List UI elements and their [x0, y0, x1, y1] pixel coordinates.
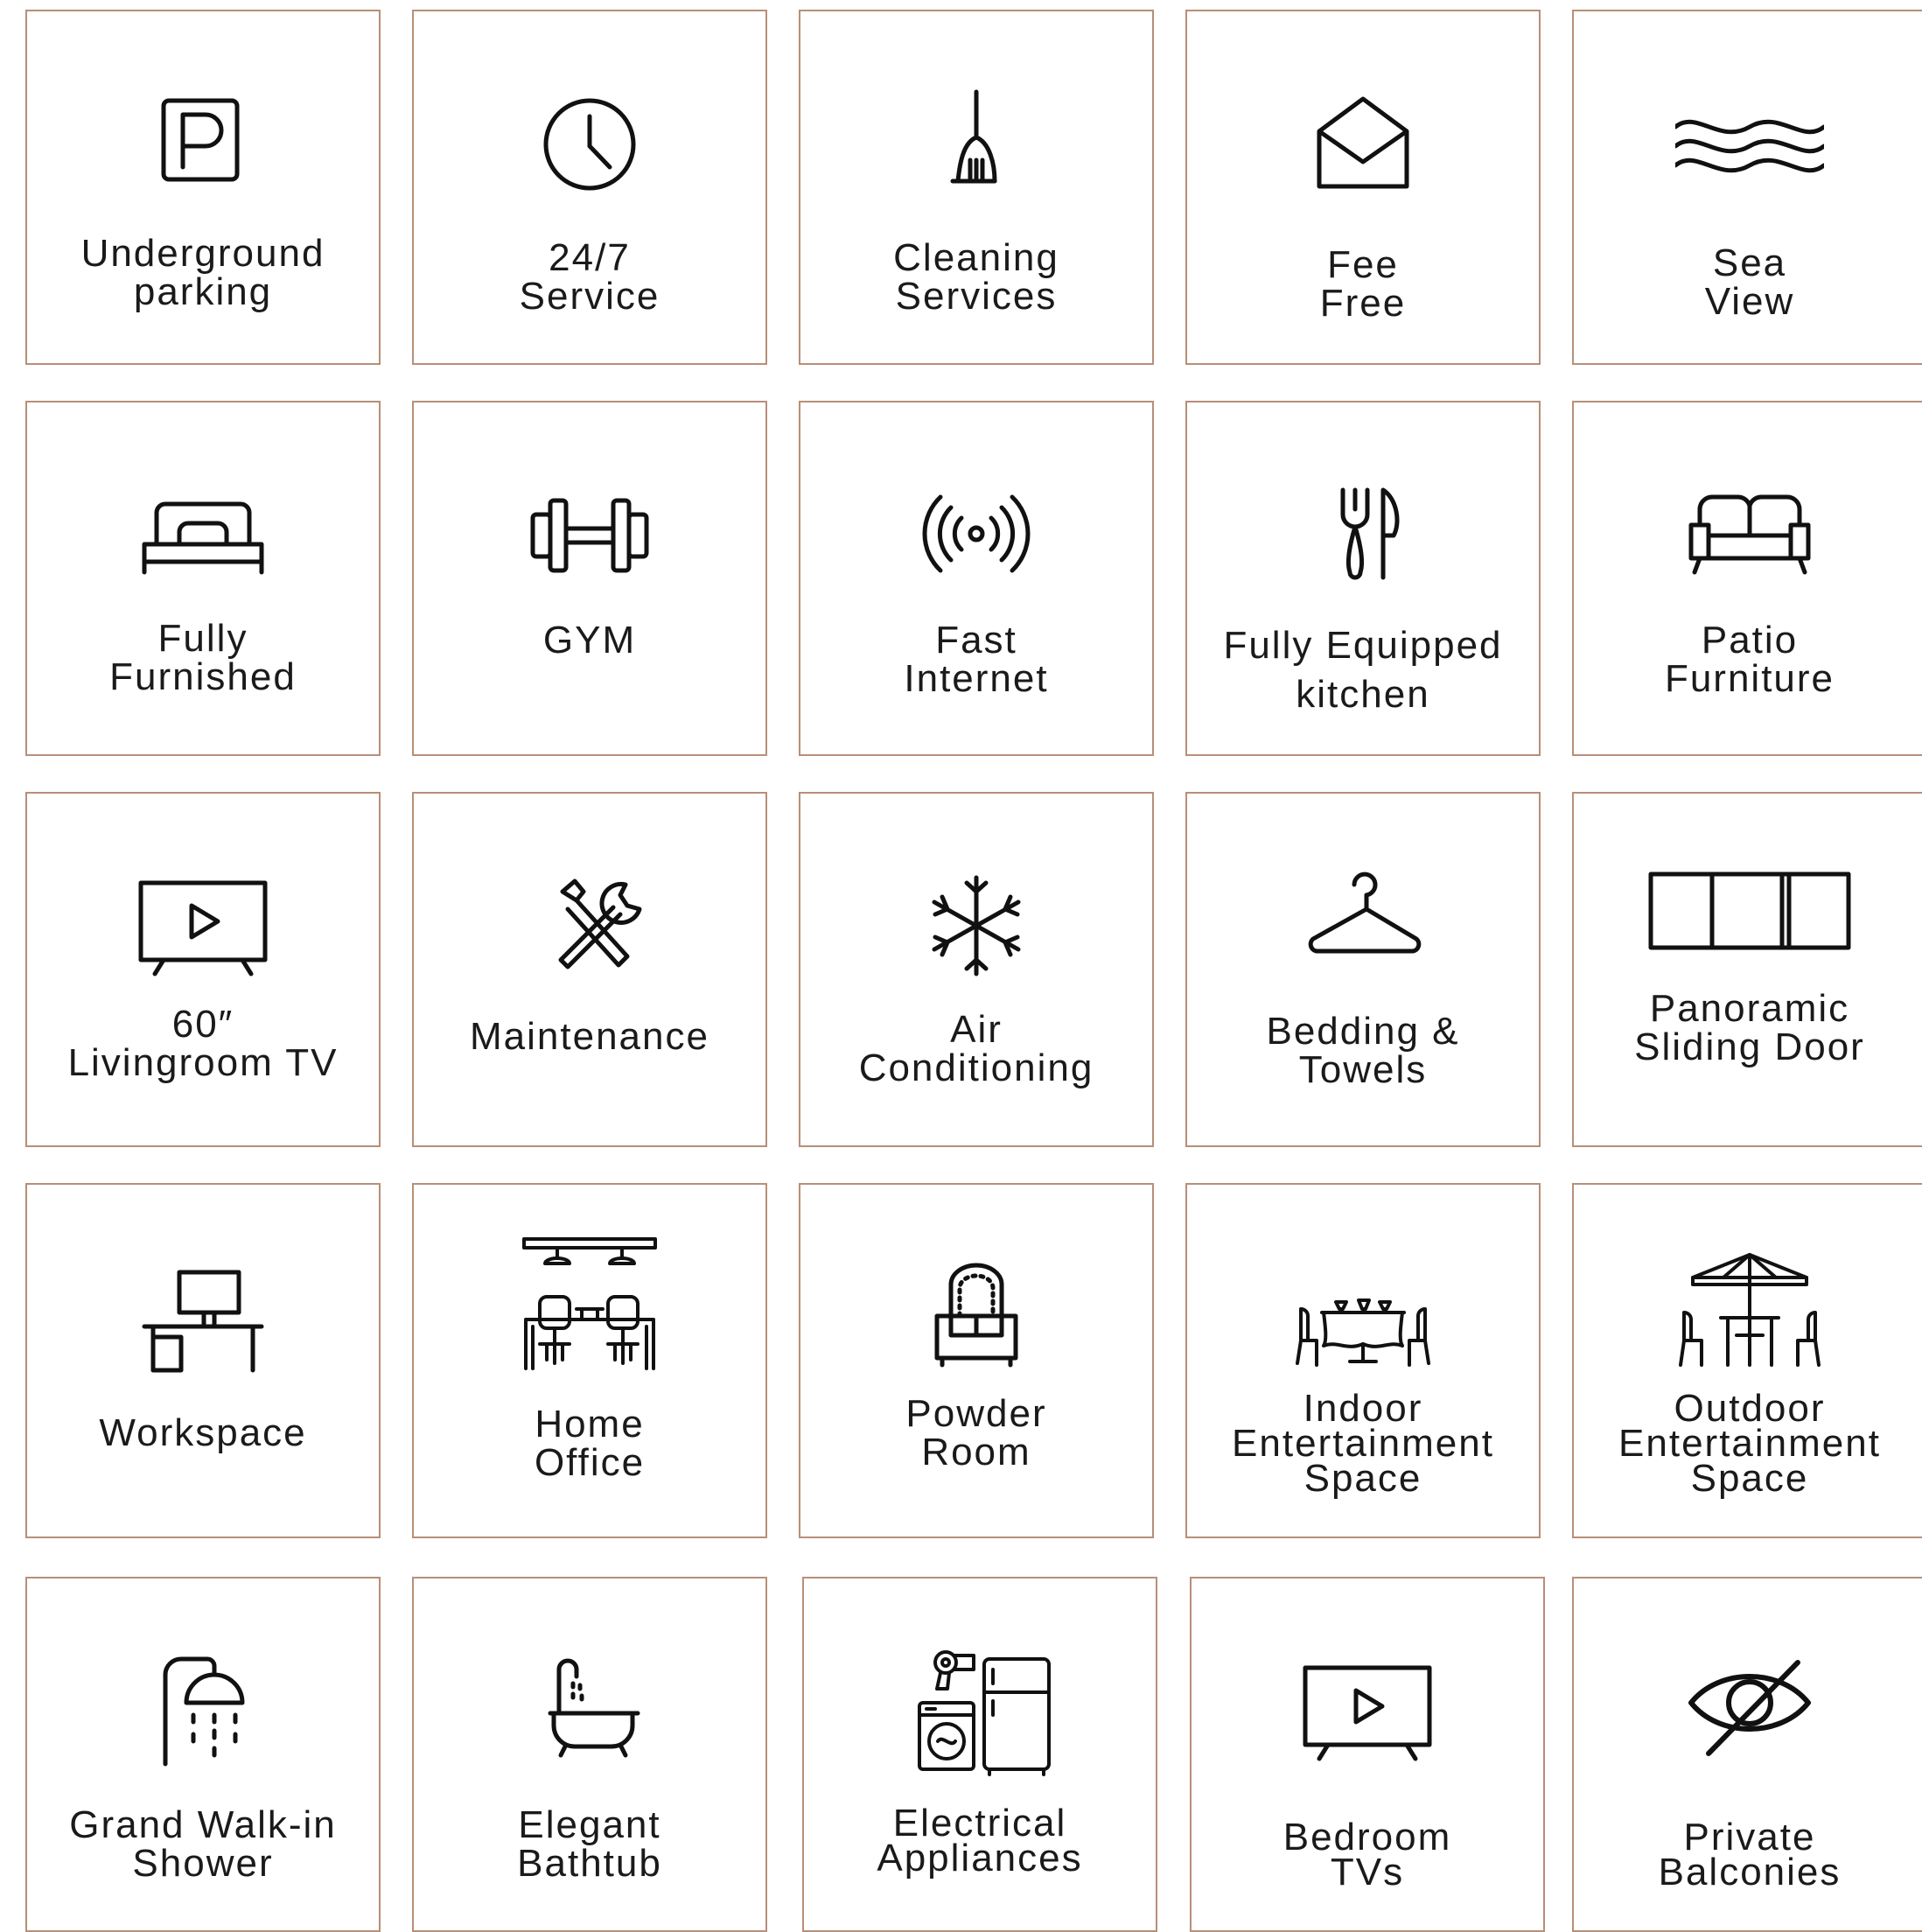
amenity-tile: Patio Furniture: [1572, 401, 1922, 756]
parking-icon: [129, 83, 277, 206]
amenity-label: Powder Room: [905, 1392, 1047, 1474]
amenity-tile: Workspace: [25, 1183, 381, 1538]
amenity-tile: Underground parking: [25, 10, 381, 365]
amenity-label: Home Office: [534, 1403, 646, 1484]
amenity-tile: Sea View: [1572, 10, 1922, 365]
amenity-label: Panoramic Sliding Door: [1634, 987, 1865, 1068]
vanity-icon: [902, 1256, 1051, 1379]
bed-icon: [129, 474, 277, 597]
office-desks-icon: [515, 1256, 664, 1379]
snowflake-icon: [902, 865, 1051, 988]
patio-umbrella-icon: [1675, 1256, 1824, 1379]
amenity-label: Sea View: [1704, 242, 1795, 323]
waves-icon: [1675, 83, 1824, 206]
amenity-label: Elegant Bathtub: [517, 1803, 662, 1885]
tv-icon: [129, 865, 277, 988]
amenity-tile: Outdoor Entertainment Space: [1572, 1183, 1922, 1538]
sofa-icon: [1675, 474, 1824, 597]
amenity-label: Bedding & Towels: [1266, 1010, 1460, 1091]
amenity-label: Electrical Appliances: [877, 1802, 1083, 1880]
hanger-icon: [1289, 865, 1437, 988]
fork-knife-icon: [1289, 474, 1437, 597]
amenity-tile: Maintenance: [412, 792, 767, 1147]
amenity-label: Air Conditioning: [858, 1008, 1094, 1089]
dining-table-icon: [1289, 1256, 1437, 1379]
amenity-label: Fast Internet: [904, 619, 1049, 700]
amenity-label: Bedroom TVs: [1282, 1816, 1452, 1894]
amenity-label: 60″ Livingroom TV: [67, 1003, 339, 1084]
amenity-tile: Fully Furnished: [25, 401, 381, 756]
amenity-label: Maintenance: [470, 1015, 709, 1058]
amenity-label: Grand Walk-in Shower: [69, 1803, 337, 1885]
amenity-tile: GYM: [412, 401, 767, 756]
amenity-label: Workspace: [99, 1411, 307, 1454]
appliances-icon: [905, 1650, 1054, 1773]
dumbbell-icon: [515, 474, 664, 597]
amenity-label: Private Balconies: [1658, 1816, 1842, 1894]
bedroom-tv-icon: [1293, 1650, 1442, 1773]
amenity-tile: 24/7 Service: [412, 10, 767, 365]
broom-icon: [902, 83, 1051, 206]
amenity-label: Fee Free: [1319, 243, 1407, 325]
sliding-door-icon: [1675, 865, 1824, 988]
amenity-tile: Private Balconies: [1572, 1577, 1922, 1932]
amenity-tile: Panoramic Sliding Door: [1572, 792, 1922, 1147]
amenity-tile: 60″ Livingroom TV: [25, 792, 381, 1147]
amenity-tile: Electrical Appliances: [802, 1577, 1157, 1932]
amenity-label: Patio Furniture: [1664, 619, 1835, 700]
amenity-tile: Bedding & Towels: [1185, 792, 1541, 1147]
amenity-tile: Fee Free: [1185, 10, 1541, 365]
amenity-label: Fully Furnished: [109, 617, 297, 698]
amenity-label: Indoor Entertainment Space: [1232, 1387, 1494, 1500]
amenity-tile: Indoor Entertainment Space: [1185, 1183, 1541, 1538]
amenity-label: GYM: [542, 619, 637, 662]
wireless-signal-icon: [902, 474, 1051, 597]
bathtub-icon: [515, 1650, 664, 1773]
eye-slash-icon: [1675, 1650, 1824, 1773]
clock-icon: [515, 83, 664, 206]
amenity-tile: Powder Room: [799, 1183, 1154, 1538]
amenities-grid: Underground parking 24/7 Service Cleanin…: [25, 10, 1922, 1932]
amenity-label: Outdoor Entertainment Space: [1618, 1387, 1881, 1500]
amenity-label: Underground parking: [80, 232, 325, 313]
envelope-icon: [1289, 83, 1437, 206]
amenity-tile: Bedroom TVs: [1190, 1577, 1545, 1932]
amenity-tile: Home Office: [412, 1183, 767, 1538]
amenity-tile: Grand Walk-in Shower: [25, 1577, 381, 1932]
amenity-label: 24/7 Service: [519, 236, 660, 318]
amenity-tile: Fully Equipped kitchen: [1185, 401, 1541, 756]
tools-icon: [515, 865, 664, 988]
amenity-tile: Fast Internet: [799, 401, 1154, 756]
amenity-label: Fully Equipped kitchen: [1223, 624, 1503, 716]
amenity-tile: Elegant Bathtub: [412, 1577, 767, 1932]
amenity-label: Cleaning Services: [893, 236, 1059, 318]
desk-computer-icon: [129, 1256, 277, 1379]
amenity-tile: Cleaning Services: [799, 10, 1154, 365]
amenity-tile: Air Conditioning: [799, 792, 1154, 1147]
shower-icon: [129, 1650, 277, 1773]
